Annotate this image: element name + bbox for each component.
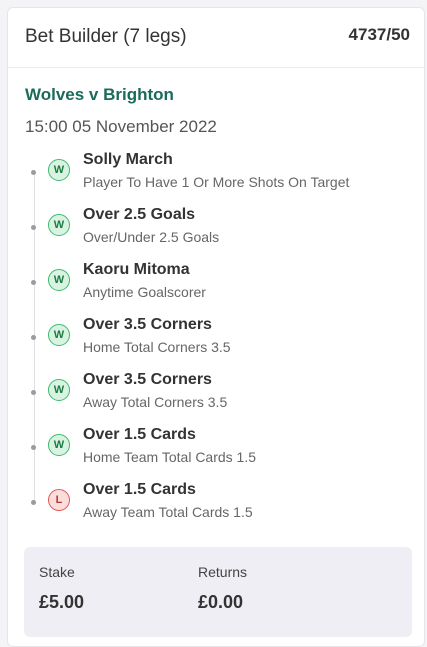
bet-title: Bet Builder (7 legs) [25, 26, 187, 47]
leg-selection: Over 3.5 Corners [83, 316, 212, 333]
leg-item: W Over 2.5 Goals Over/Under 2.5 Goals [8, 202, 424, 257]
leg-market: Anytime Goalscorer [83, 284, 206, 300]
bullet-dot [31, 170, 36, 175]
stake-returns-panel: Stake £5.00 Returns £0.00 [24, 547, 412, 637]
leg-item: W Over 3.5 Corners Home Total Corners 3.… [8, 312, 424, 367]
win-badge: W [48, 379, 70, 401]
stake-value: £5.00 [39, 592, 85, 612]
bet-header[interactable]: Bet Builder (7 legs) 4737/50 [8, 8, 424, 68]
leg-item: W Over 3.5 Corners Away Total Corners 3.… [8, 367, 424, 422]
win-badge: W [48, 324, 70, 346]
loss-badge: L [48, 489, 70, 511]
win-badge: W [48, 159, 70, 181]
leg-market: Home Team Total Cards 1.5 [83, 449, 257, 465]
bet-odds: 4737/50 [348, 25, 410, 44]
leg-market: Player To Have 1 Or More Shots On Target [83, 174, 350, 190]
leg-market: Away Total Corners 3.5 [83, 394, 228, 410]
win-badge: W [48, 434, 70, 456]
returns-label: Returns [198, 564, 248, 580]
bullet-dot [31, 445, 36, 450]
bullet-dot [31, 225, 36, 230]
win-badge: W [48, 214, 70, 236]
leg-selection: Kaoru Mitoma [83, 261, 190, 278]
leg-item: W Kaoru Mitoma Anytime Goalscorer [8, 257, 424, 312]
match-datetime: 15:00 05 November 2022 [25, 117, 217, 136]
leg-market: Home Total Corners 3.5 [83, 339, 231, 355]
stake-label: Stake [39, 564, 75, 580]
leg-selection: Over 3.5 Corners [83, 371, 212, 388]
leg-item: W Over 1.5 Cards Home Team Total Cards 1… [8, 422, 424, 477]
leg-selection: Over 1.5 Cards [83, 481, 196, 498]
match-name[interactable]: Wolves v Brighton [25, 85, 174, 105]
leg-selection: Solly March [83, 151, 173, 168]
leg-market: Away Team Total Cards 1.5 [83, 504, 253, 520]
bullet-dot [31, 390, 36, 395]
leg-item: W Solly March Player To Have 1 Or More S… [8, 147, 424, 202]
leg-market: Over/Under 2.5 Goals [83, 229, 220, 245]
bullet-dot [31, 280, 36, 285]
returns-value: £0.00 [198, 592, 244, 612]
leg-selection: Over 2.5 Goals [83, 206, 196, 223]
win-badge: W [48, 269, 70, 291]
leg-item: L Over 1.5 Cards Away Team Total Cards 1… [8, 477, 424, 532]
bullet-dot [31, 335, 36, 340]
leg-selection: Over 1.5 Cards [83, 426, 196, 443]
bullet-dot [31, 500, 36, 505]
bet-card: Bet Builder (7 legs) 4737/50 Wolves v Br… [7, 7, 425, 647]
